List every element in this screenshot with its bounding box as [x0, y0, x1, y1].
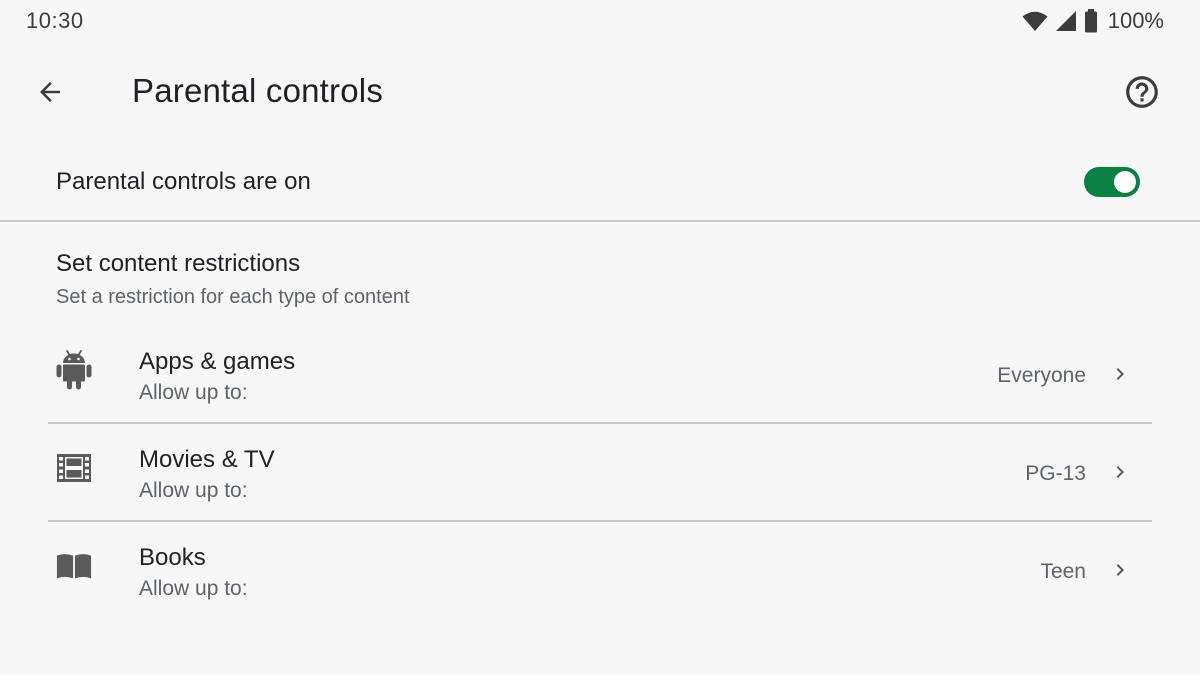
section-title: Set content restrictions	[56, 250, 301, 277]
status-icons: 100%	[1022, 8, 1164, 34]
item-rating-value: Everyone	[997, 364, 1086, 387]
switch-knob	[1114, 171, 1136, 193]
help-circle-icon	[1123, 73, 1161, 116]
app-bar: Parental controls	[0, 56, 1200, 128]
list-item-books[interactable]: Books Allow up to: Teen	[48, 522, 1152, 618]
item-subtitle: Allow up to:	[139, 577, 248, 600]
chevron-right-icon	[1108, 362, 1132, 386]
section-subtitle: Set a restriction for each type of conte…	[56, 286, 410, 308]
parental-controls-status-label: Parental controls are on	[56, 168, 311, 195]
item-rating-value: Teen	[1040, 560, 1086, 583]
item-rating-value: PG-13	[1025, 462, 1086, 485]
status-bar: 10:30 100%	[0, 0, 1200, 44]
page-title: Parental controls	[132, 72, 384, 109]
content-restrictions-list: Apps & games Allow up to: Everyone Movie…	[48, 326, 1152, 618]
divider	[0, 220, 1200, 222]
chevron-right-icon	[1108, 460, 1132, 484]
arrow-back-icon	[35, 77, 65, 112]
chevron-right-icon	[1108, 558, 1132, 582]
list-item-movies-tv[interactable]: Movies & TV Allow up to: PG-13	[48, 424, 1152, 522]
status-time: 10:30	[26, 8, 84, 33]
list-item-apps-games[interactable]: Apps & games Allow up to: Everyone	[48, 326, 1152, 424]
item-title: Movies & TV	[139, 446, 275, 473]
item-title: Books	[139, 544, 206, 571]
parental-controls-toggle-row[interactable]: Parental controls are on	[0, 146, 1200, 220]
book-icon	[56, 546, 92, 586]
android-icon	[56, 350, 92, 390]
battery-icon	[1084, 9, 1098, 33]
item-title: Apps & games	[139, 348, 296, 375]
item-subtitle: Allow up to:	[139, 381, 248, 404]
film-icon	[56, 448, 92, 488]
wifi-icon	[1022, 10, 1048, 32]
battery-percentage: 100%	[1107, 8, 1164, 33]
back-button[interactable]	[26, 70, 74, 118]
parental-controls-switch[interactable]	[1084, 167, 1140, 197]
item-subtitle: Allow up to:	[139, 479, 248, 502]
signal-icon	[1055, 10, 1077, 32]
help-button[interactable]	[1118, 70, 1166, 118]
